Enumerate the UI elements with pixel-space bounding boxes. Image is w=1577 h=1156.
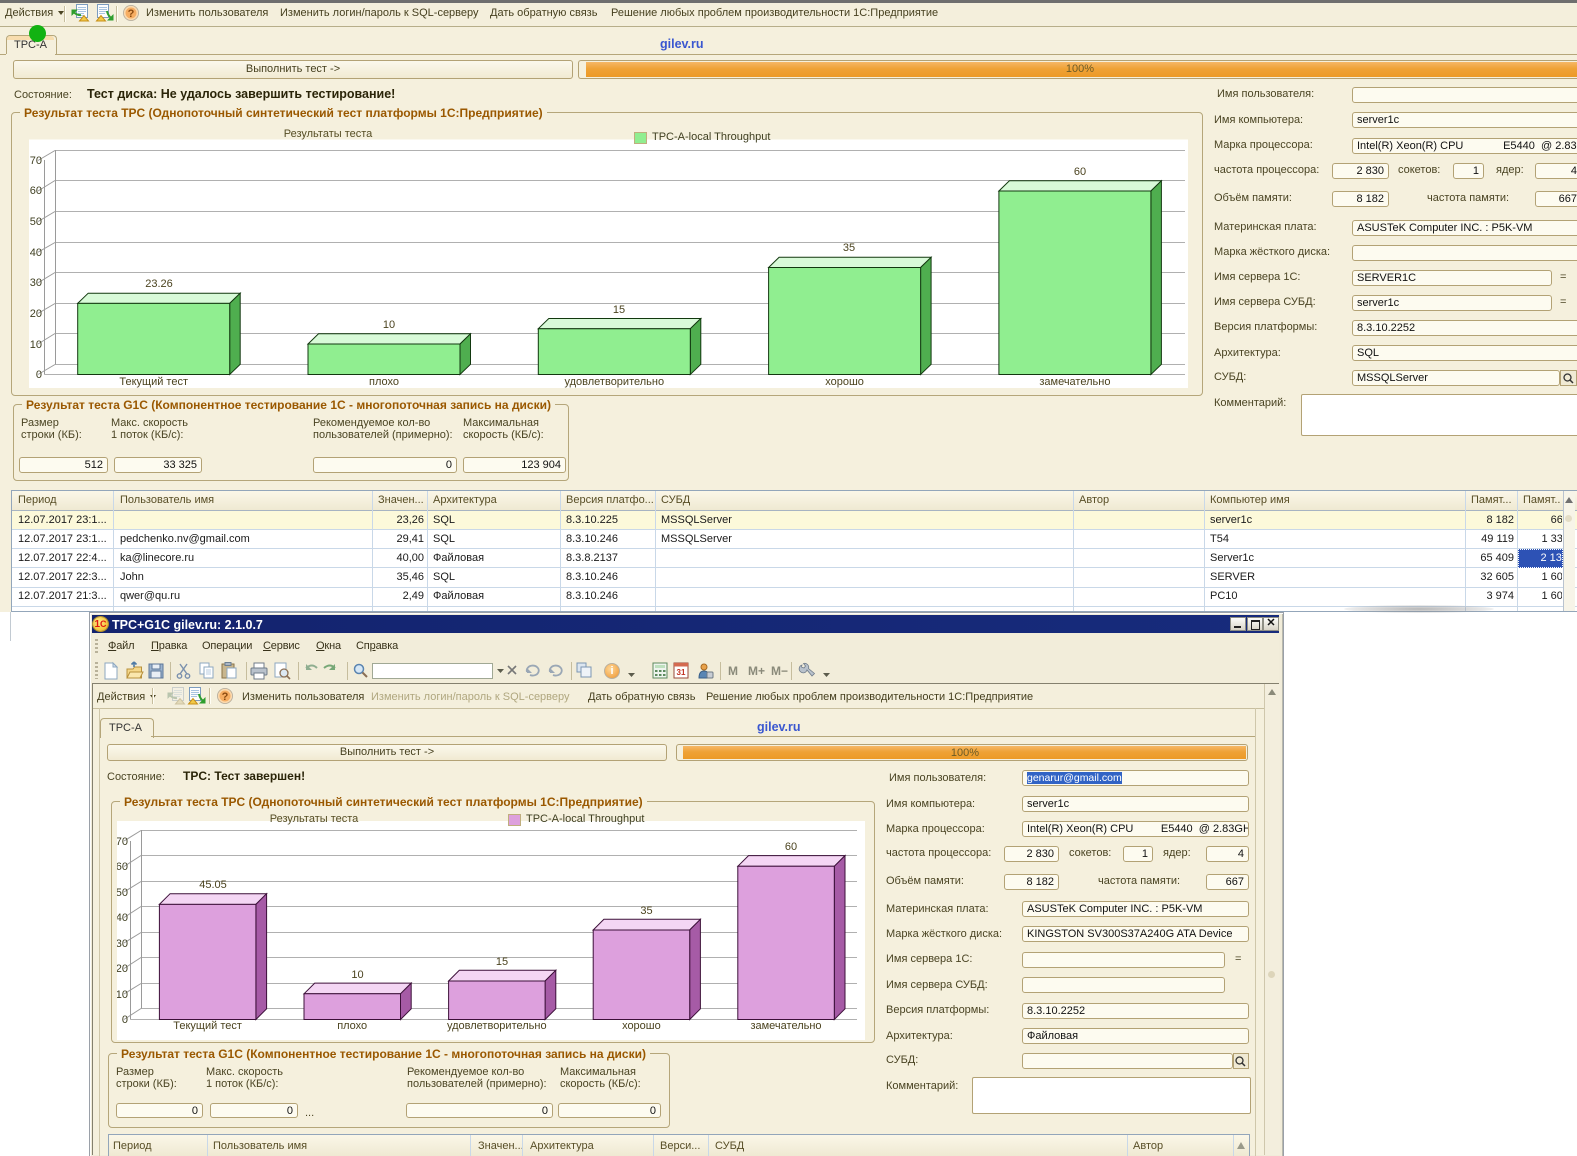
svg-text:45.05: 45.05 [199,879,227,891]
svg-text:70: 70 [30,155,42,167]
svg-text:плохо: плохо [337,1020,367,1032]
svg-text:Текущий тест: Текущий тест [173,1020,242,1032]
svg-text:?: ? [128,8,135,20]
svg-text:40: 40 [30,247,42,259]
svg-text:30: 30 [117,938,128,950]
svg-text:M−: M− [771,664,788,678]
svg-text:50: 50 [30,216,42,228]
svg-text:40: 40 [117,912,128,924]
svg-text:60: 60 [117,861,128,873]
svg-text:Текущий тест: Текущий тест [119,376,188,388]
svg-text:60: 60 [785,841,797,853]
svg-text:M+: M+ [748,664,765,678]
svg-text:35: 35 [640,905,652,917]
svg-text:удовлетворительно: удовлетворительно [565,376,665,388]
svg-text:M: M [728,664,738,678]
svg-text:удовлетворительно: удовлетворительно [447,1020,547,1032]
svg-text:30: 30 [30,277,42,289]
svg-text:23.26: 23.26 [145,278,173,290]
svg-text:15: 15 [613,304,625,316]
svg-text:20: 20 [117,963,128,975]
svg-text:10: 10 [383,319,395,331]
svg-text:замечательно: замечательно [1039,376,1110,388]
svg-text:15: 15 [496,956,508,968]
svg-text:50: 50 [117,887,128,899]
svg-text:31: 31 [677,668,686,677]
svg-text:10: 10 [30,339,42,351]
svg-text:70: 70 [117,836,128,848]
svg-text:60: 60 [30,185,42,197]
svg-text:60: 60 [1074,166,1086,178]
svg-text:10: 10 [117,989,128,1001]
svg-text:0: 0 [36,369,42,381]
svg-text:10: 10 [351,969,363,981]
svg-text:0: 0 [122,1014,128,1026]
svg-text:замечательно: замечательно [750,1020,821,1032]
svg-text:хорошо: хорошо [622,1020,661,1032]
svg-text:хорошо: хорошо [825,376,864,388]
svg-text:35: 35 [843,242,855,254]
svg-text:плохо: плохо [369,376,399,388]
svg-text:?: ? [222,691,229,703]
svg-text:20: 20 [30,308,42,320]
